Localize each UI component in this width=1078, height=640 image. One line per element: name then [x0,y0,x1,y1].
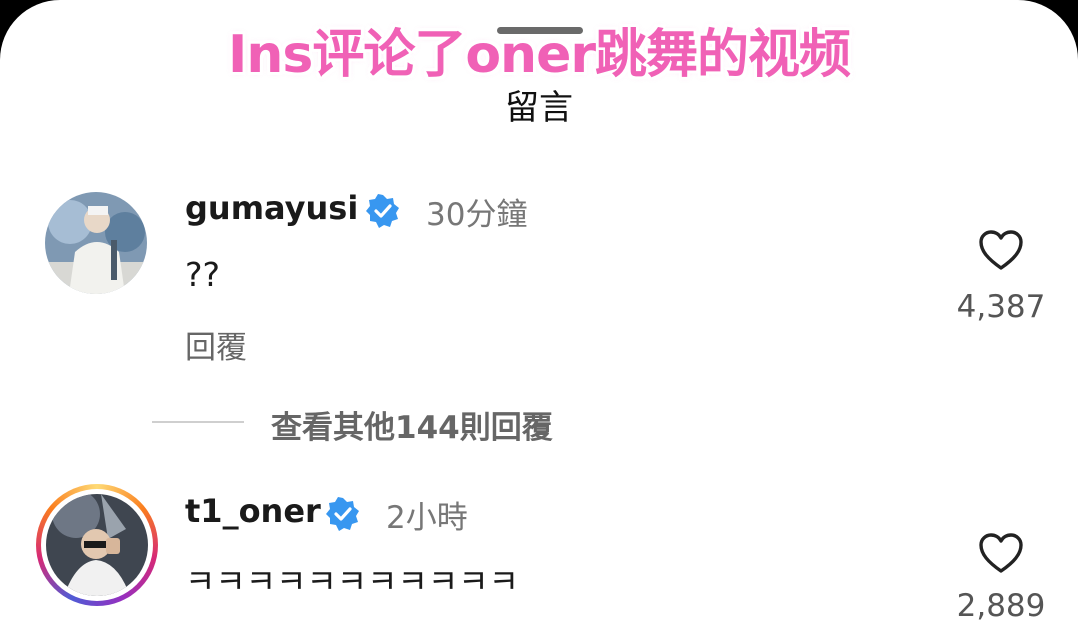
divider [152,421,244,423]
comment-timestamp: 30分鐘 [426,197,528,233]
comment-text: ?? [185,255,221,294]
verified-badge-icon [326,497,359,531]
username[interactable]: t1_oner [185,492,321,530]
avatar[interactable] [36,484,158,606]
comments-sheet: 留言 gumayusi 30分鐘 ?? 回覆 4,387 查看其他144則回覆 … [0,0,1078,640]
video-overlay-caption: Ins评论了oner跳舞的视频 [228,25,851,85]
username[interactable]: gumayusi [185,189,358,227]
reply-button[interactable]: 回覆 [185,322,247,367]
like-count: 4,387 [956,289,1046,325]
comment-text: ㅋㅋㅋㅋㅋㅋㅋㅋㅋㅋㅋ [185,562,519,601]
verified-badge-icon [366,194,399,228]
like-count: 2,889 [956,588,1046,624]
sheet-title: 留言 [505,88,573,128]
heart-icon[interactable] [978,229,1024,271]
heart-icon[interactable] [978,532,1024,574]
avatar[interactable] [45,192,147,294]
view-replies-button[interactable]: 查看其他144則回覆 [271,402,553,447]
comment-timestamp: 2小時 [386,500,468,536]
